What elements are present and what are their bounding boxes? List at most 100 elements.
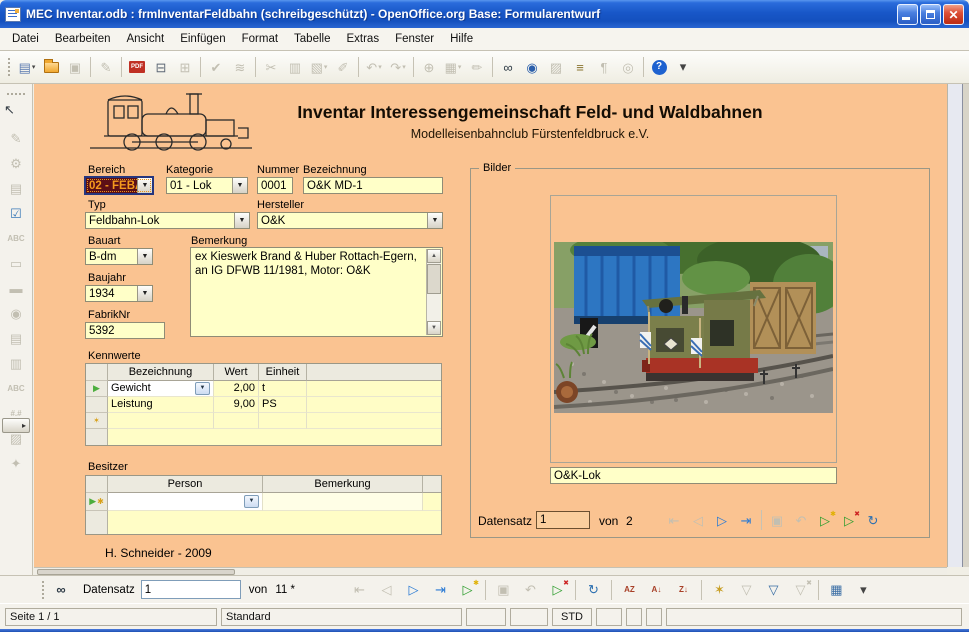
table-row-new[interactable]: ▶✱ ▼	[86, 493, 441, 511]
row-selector[interactable]	[86, 511, 108, 534]
export-pdf-button[interactable]: PDF	[125, 56, 149, 79]
find-replace-button[interactable]: ∞	[496, 56, 520, 79]
column-header-bezeichnung[interactable]: Bezeichnung	[108, 364, 214, 381]
menu-item-hilfe[interactable]: Hilfe	[442, 30, 481, 48]
new-document-button[interactable]: ▤▾	[15, 56, 39, 79]
status-page-style[interactable]: Standard	[221, 608, 462, 626]
toolbar-grip[interactable]	[6, 92, 26, 97]
next-record-button[interactable]: ▷	[401, 579, 426, 601]
kategorie-dropdown-button[interactable]: ▼	[232, 178, 247, 193]
next-record-button[interactable]: ▷	[710, 510, 734, 530]
bezeichnung-input[interactable]	[303, 177, 443, 194]
row-selector[interactable]: ▶	[86, 381, 108, 397]
find-record-button[interactable]: ∞	[49, 578, 73, 601]
toolbar-grip[interactable]	[40, 579, 45, 601]
new-record-button[interactable]: ▷✱	[813, 510, 837, 530]
menu-item-extras[interactable]: Extras	[338, 30, 387, 48]
cell-einheit[interactable]: PS	[259, 397, 307, 413]
print-button[interactable]: ⊟	[149, 56, 173, 79]
column-header-einheit[interactable]: Einheit	[259, 364, 307, 381]
bild-caption-input[interactable]	[550, 467, 837, 484]
cell-wert[interactable]	[214, 413, 259, 429]
select-pointer-button[interactable]: ↖	[4, 101, 28, 126]
toolbar-scroll-button[interactable]: ▸	[2, 418, 30, 433]
new-record-button[interactable]: ▷✱	[455, 579, 480, 601]
toolbar-overflow-button[interactable]: ▾	[851, 579, 876, 601]
typ-combobox[interactable]: Feldbahn-Lok ▼	[85, 212, 250, 229]
toolbar-overflow-button[interactable]: ▾	[671, 55, 695, 78]
cell-bezeichnung[interactable]: Gewicht▼	[108, 381, 214, 397]
nummer-input[interactable]	[257, 177, 293, 194]
toolbar-grip[interactable]	[6, 56, 11, 78]
cell-dropdown-button[interactable]: ▼	[195, 382, 210, 395]
row-selector[interactable]	[86, 429, 108, 445]
sort-descending-button[interactable]: Z↓	[671, 579, 696, 601]
baujahr-dropdown-button[interactable]: ▼	[137, 286, 152, 301]
status-insert-mode[interactable]: STD	[552, 608, 592, 626]
row-selector[interactable]	[86, 397, 108, 413]
grid-corner[interactable]	[86, 364, 108, 381]
sort-button[interactable]: AZ	[617, 579, 642, 601]
menu-item-ansicht[interactable]: Ansicht	[118, 30, 172, 48]
cell-bemerkung[interactable]	[263, 493, 423, 511]
record-number-input[interactable]	[141, 580, 241, 599]
column-header-bemerkung[interactable]: Bemerkung	[263, 476, 423, 493]
cell-einheit[interactable]: t	[259, 381, 307, 397]
hersteller-combobox[interactable]: O&K ▼	[257, 212, 443, 229]
column-header-person[interactable]: Person	[108, 476, 263, 493]
cell-bezeichnung[interactable]	[108, 413, 214, 429]
vertical-scrollbar[interactable]	[947, 84, 962, 567]
delete-record-button[interactable]: ▷✖	[837, 510, 861, 530]
menu-item-einf-gen[interactable]: Einfügen	[172, 30, 233, 48]
fabriknr-input[interactable]	[85, 322, 165, 339]
data-sources-button[interactable]: ≡	[568, 56, 592, 79]
last-record-button[interactable]: ⇥	[428, 579, 453, 601]
open-button[interactable]	[39, 56, 63, 79]
menu-item-format[interactable]: Format	[234, 30, 286, 48]
bemerkung-scrollbar[interactable]: ▲ ▼	[426, 249, 441, 335]
bilder-record-input[interactable]	[536, 511, 590, 529]
cell-wert[interactable]: 2,00	[214, 381, 259, 397]
refresh-button[interactable]: ↻	[581, 579, 606, 601]
bereich-dropdown-button[interactable]: ▼	[137, 178, 152, 193]
close-button[interactable]: ✕	[943, 4, 964, 25]
checkbox-control-button[interactable]: ☑	[4, 201, 28, 226]
cell-wert[interactable]: 9,00	[214, 397, 259, 413]
cell-einheit[interactable]	[259, 413, 307, 429]
help-button[interactable]: ?	[647, 56, 671, 79]
scroll-down-icon[interactable]: ▼	[427, 321, 441, 335]
table-row-new[interactable]: ✶	[86, 413, 441, 429]
menu-item-tabelle[interactable]: Tabelle	[286, 30, 338, 48]
refresh-button[interactable]: ↻	[861, 510, 885, 530]
title-bar[interactable]: MEC Inventar.odb : frmInventarFeldbahn (…	[0, 0, 969, 28]
horizontal-scrollbar[interactable]	[34, 567, 947, 575]
bereich-combobox[interactable]: 02 - FEBA ▼	[84, 176, 154, 195]
scrollbar-thumb[interactable]	[427, 264, 441, 294]
hersteller-dropdown-button[interactable]: ▼	[427, 213, 442, 228]
maximize-button[interactable]	[920, 4, 941, 25]
form-based-filter-button[interactable]: ▽	[761, 579, 786, 601]
table-row[interactable]: ▶ Gewicht▼ 2,00 t	[86, 381, 441, 397]
cell-dropdown-button[interactable]: ▼	[244, 495, 259, 508]
grid-corner[interactable]	[86, 476, 108, 493]
navigator-button[interactable]: ◉	[520, 56, 544, 79]
data-source-as-table-button[interactable]: ▦	[824, 579, 849, 601]
bauart-combobox[interactable]: B-dm ▼	[85, 248, 153, 265]
sort-ascending-button[interactable]: A↓	[644, 579, 669, 601]
kategorie-combobox[interactable]: 01 - Lok ▼	[166, 177, 248, 194]
row-selector[interactable]: ▶✱	[86, 493, 108, 511]
autofilter-button[interactable]: ✶	[707, 579, 732, 601]
table-row[interactable]: Leistung 9,00 PS	[86, 397, 441, 413]
bauart-dropdown-button[interactable]: ▼	[137, 249, 152, 264]
baujahr-combobox[interactable]: 1934 ▼	[85, 285, 153, 302]
cell-bezeichnung[interactable]: Leistung	[108, 397, 214, 413]
menu-item-fenster[interactable]: Fenster	[387, 30, 442, 48]
delete-record-button[interactable]: ▷✖	[545, 579, 570, 601]
menu-item-datei[interactable]: Datei	[4, 30, 47, 48]
typ-dropdown-button[interactable]: ▼	[234, 213, 249, 228]
row-selector[interactable]: ✶	[86, 413, 108, 429]
last-record-button[interactable]: ⇥	[734, 510, 758, 530]
scroll-up-icon[interactable]: ▲	[427, 249, 441, 263]
column-header-wert[interactable]: Wert	[214, 364, 259, 381]
bemerkung-textarea[interactable]: ex Kieswerk Brand & Huber Rottach-Egern,…	[190, 247, 443, 337]
